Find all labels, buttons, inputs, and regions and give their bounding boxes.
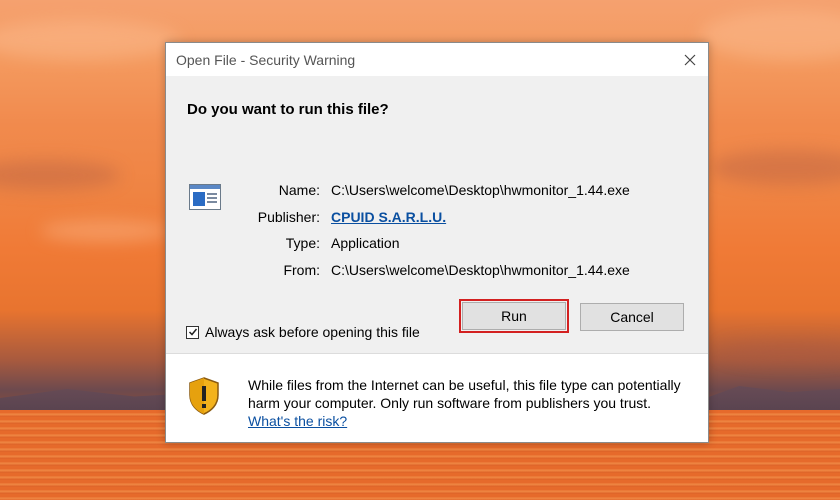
field-label: From:	[283, 261, 320, 278]
field-value: C:\Users\welcome\Desktop\hwmonitor_1.44.…	[331, 261, 630, 278]
run-button[interactable]: Run	[459, 299, 569, 333]
cloud	[710, 150, 840, 185]
field-name: Name: C:\Users\welcome\Desktop\hwmonitor…	[224, 177, 630, 204]
field-publisher: Publisher: CPUID S.A.R.L.U.	[224, 204, 630, 231]
cloud	[40, 220, 170, 242]
field-from: From: C:\Users\welcome\Desktop\hwmonitor…	[224, 257, 630, 284]
field-label: Publisher:	[257, 208, 320, 225]
warning-panel: While files from the Internet can be use…	[166, 354, 708, 442]
checkmark-icon	[188, 328, 197, 336]
close-button[interactable]	[672, 43, 708, 76]
cloud	[0, 160, 120, 190]
application-file-icon	[189, 184, 221, 210]
publisher-link[interactable]: CPUID S.A.R.L.U.	[331, 209, 446, 225]
cloud	[0, 20, 180, 60]
cloud	[720, 340, 840, 362]
field-value: Application	[331, 235, 400, 252]
warning-message: While files from the Internet can be use…	[248, 376, 698, 430]
dialog-title: Open File - Security Warning	[176, 52, 356, 68]
title-bar: Open File - Security Warning	[166, 43, 708, 76]
field-type: Type: Application	[224, 230, 630, 257]
whats-the-risk-link[interactable]: What's the risk?	[248, 413, 347, 429]
always-ask-checkbox[interactable]	[186, 325, 199, 339]
cloud	[700, 10, 840, 60]
always-ask-option[interactable]: Always ask before opening this file	[186, 324, 420, 340]
security-warning-dialog: Open File - Security Warning Do you want…	[165, 42, 709, 443]
cancel-button[interactable]: Cancel	[580, 303, 684, 331]
warning-shield-icon	[189, 377, 219, 415]
close-icon	[684, 54, 696, 65]
file-details: Name: C:\Users\welcome\Desktop\hwmonitor…	[224, 177, 630, 283]
field-label: Name:	[278, 182, 320, 199]
dialog-body: Do you want to run this file? Name: C:\U…	[166, 76, 708, 356]
field-label: Type:	[285, 235, 320, 252]
checkbox-label: Always ask before opening this file	[205, 324, 420, 340]
field-value: C:\Users\welcome\Desktop\hwmonitor_1.44.…	[331, 182, 630, 199]
warning-text: While files from the Internet can be use…	[248, 377, 681, 411]
question-heading: Do you want to run this file?	[187, 101, 389, 118]
